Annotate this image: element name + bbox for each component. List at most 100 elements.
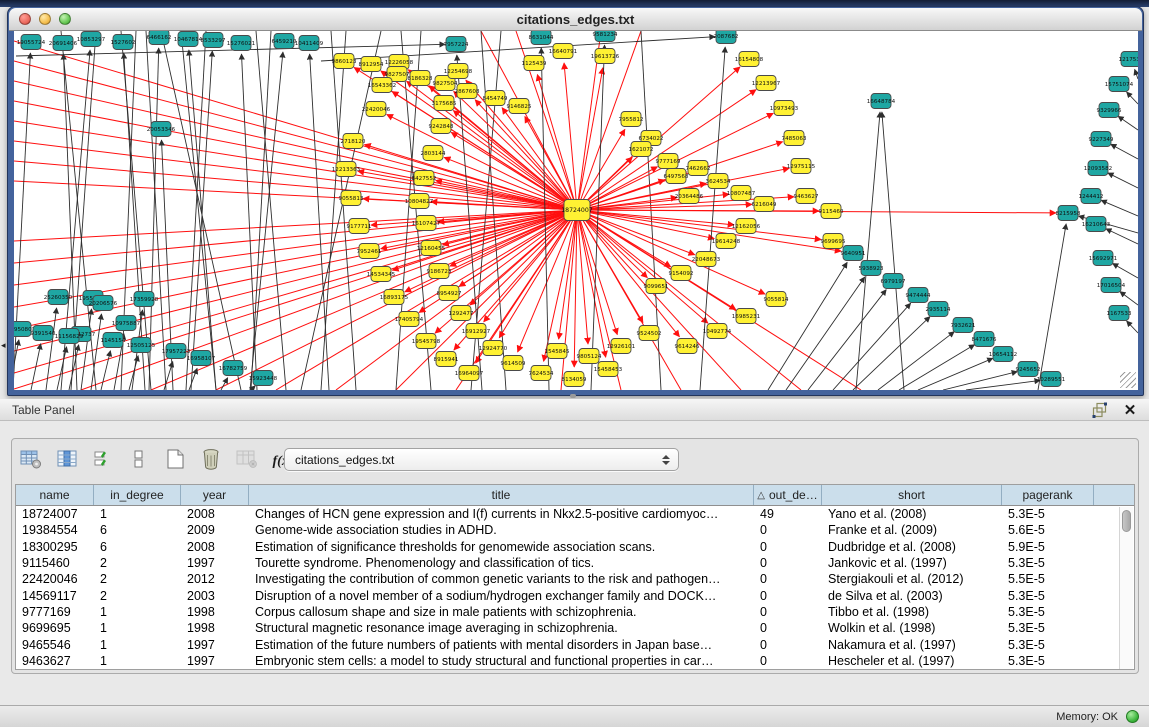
graph-node[interactable]: 9860123 — [332, 54, 357, 69]
graph-node[interactable]: 7485063 — [782, 131, 807, 146]
graph-node[interactable]: 15923448 — [249, 371, 278, 386]
graph-node[interactable]: 15692971 — [1089, 251, 1118, 266]
graph-node[interactable]: 1217534 — [1119, 52, 1138, 67]
graph-node[interactable]: 12213363 — [332, 162, 361, 177]
graph-node[interactable]: 17405794 — [395, 312, 424, 327]
graph-node[interactable]: 1621072 — [629, 142, 654, 157]
table-source-combobox[interactable]: citations_edges.txt — [284, 448, 679, 471]
graph-node[interactable]: 9245652 — [1016, 362, 1041, 377]
graph-node[interactable]: 15751074 — [1105, 77, 1134, 92]
column-header-pagerank[interactable]: pagerank — [1002, 485, 1094, 505]
column-select-button[interactable] — [52, 447, 82, 475]
graph-node[interactable]: 8454749 — [483, 91, 508, 106]
graph-node[interactable]: 10467814 — [174, 32, 203, 47]
graph-node[interactable]: 1527602 — [111, 35, 136, 50]
graph-node[interactable]: 1125439 — [522, 56, 547, 71]
column-header-out_de[interactable]: △out_de… — [754, 485, 822, 505]
graph-node[interactable]: 22048673 — [692, 252, 721, 267]
graph-node[interactable]: 6466162 — [147, 31, 172, 45]
graph-node[interactable]: 9614246 — [675, 339, 700, 354]
graph-node[interactable]: 1145154 — [101, 333, 126, 348]
graph-node[interactable]: 15276021 — [227, 36, 256, 51]
graph-node[interactable]: 16648784 — [867, 94, 896, 109]
graph-node[interactable]: 20053346 — [147, 122, 176, 137]
graph-node[interactable]: 9474444 — [906, 288, 931, 303]
graph-node[interactable]: 12975115 — [787, 159, 816, 174]
graph-node[interactable]: 9699695 — [821, 234, 846, 249]
graph-node[interactable]: 6979197 — [881, 274, 906, 289]
window-resize-grip[interactable] — [1120, 372, 1136, 388]
table-row[interactable]: 911546021997Tourette syndrome. Phenomeno… — [16, 555, 1134, 571]
table-row[interactable]: 1456911722003Disruption of a novel membe… — [16, 587, 1134, 603]
graph-node[interactable]: 8471676 — [972, 332, 997, 347]
graph-node[interactable]: 16964097 — [455, 366, 484, 381]
graph-node[interactable]: 3175685 — [432, 96, 457, 111]
graph-node[interactable]: 16154808 — [735, 52, 764, 67]
graph-node[interactable]: 9614509 — [501, 356, 526, 371]
graph-node[interactable]: 2867608 — [455, 84, 480, 99]
graph-node[interactable]: 9581234 — [593, 31, 618, 42]
graph-node[interactable]: 7624534 — [529, 366, 554, 381]
graph-node[interactable]: 1167533 — [1107, 306, 1132, 321]
graph-node[interactable]: 16893175 — [380, 290, 409, 305]
graph-node[interactable]: 16958107 — [187, 351, 216, 366]
graph-node[interactable]: 8186328 — [408, 71, 433, 86]
graph-node[interactable]: 10289551 — [1037, 372, 1066, 387]
graph-node[interactable]: 9099651 — [644, 279, 669, 294]
graph-node[interactable]: 19614248 — [712, 234, 741, 249]
graph-node[interactable]: 10973493 — [770, 101, 799, 116]
table-row[interactable]: 1872400712008Changes of HCN gene express… — [16, 506, 1134, 522]
graph-node[interactable]: 17359928 — [130, 292, 159, 307]
graph-node[interactable]: 2087682 — [714, 31, 739, 44]
graph-node[interactable]: 17016504 — [1097, 278, 1126, 293]
graph-node[interactable]: 7932621 — [951, 318, 976, 333]
graph-node[interactable]: 1292477 — [449, 306, 474, 321]
graph-node[interactable]: 16912927 — [462, 324, 491, 339]
network-window-titlebar[interactable]: citations_edges.txt — [9, 8, 1142, 31]
panel-collapse-arrow[interactable]: ◂ — [1, 341, 6, 350]
graph-node[interactable]: 20691406 — [49, 36, 78, 51]
graph-node[interactable]: 10654112 — [989, 347, 1017, 362]
graph-node[interactable]: 1244412 — [1079, 189, 1104, 204]
graph-node[interactable]: 10975887 — [112, 316, 141, 331]
graph-node[interactable]: 2718120 — [341, 134, 366, 149]
graph-node[interactable]: 7952461 — [357, 244, 382, 259]
graph-node[interactable]: 9640951 — [841, 246, 866, 261]
table-panel-header[interactable]: Table Panel ✕ — [0, 399, 1149, 421]
graph-node[interactable]: 12254698 — [444, 64, 473, 79]
graph-node[interactable]: 3624534 — [706, 174, 731, 189]
graph-node[interactable]: 10492774 — [703, 324, 732, 339]
graph-node[interactable]: 8915941 — [434, 352, 459, 367]
graph-node[interactable]: 9463627 — [794, 189, 819, 204]
network-canvas[interactable]: 9860123891295412226058982750781863281654… — [14, 31, 1138, 390]
graph-node[interactable]: 9227349 — [1089, 132, 1114, 147]
table-vertical-scrollbar[interactable] — [1119, 507, 1133, 669]
graph-node[interactable]: 10804827 — [405, 194, 434, 209]
graph-node[interactable]: 9524502 — [637, 326, 662, 341]
graph-node[interactable]: 12926101 — [607, 339, 636, 354]
graph-node[interactable]: 9146825 — [507, 99, 532, 114]
graph-node[interactable]: 10807487 — [727, 186, 756, 201]
graph-node[interactable]: 12505125 — [127, 338, 156, 353]
graph-node[interactable]: 12093582 — [1084, 161, 1112, 176]
graph-node[interactable]: 9242848 — [429, 119, 454, 134]
table-row[interactable]: 946362711997Embryonic stem cells: a mode… — [16, 653, 1134, 669]
network-view-window[interactable]: citations_edges.txt 98601238912954122260… — [7, 6, 1144, 396]
graph-node[interactable]: 9186723 — [427, 264, 452, 279]
graph-node[interactable]: 16782759 — [219, 361, 248, 376]
graph-node[interactable]: 8215958 — [1056, 206, 1081, 221]
graph-node[interactable]: 19613726 — [591, 49, 620, 64]
graph-node[interactable]: 6497568 — [664, 169, 689, 184]
scrollbar-thumb[interactable] — [1122, 510, 1131, 532]
table-row[interactable]: 946554611997Estimation of the future num… — [16, 636, 1134, 652]
graph-node[interactable]: 9154092 — [669, 266, 694, 281]
graph-node[interactable]: 9055814 — [764, 292, 789, 307]
graph-node[interactable]: 8631044 — [529, 31, 554, 45]
table-row[interactable]: 977716911998Corpus callosum shape and si… — [16, 604, 1134, 620]
table-row[interactable]: 969969511998Structural magnetic resonanc… — [16, 620, 1134, 636]
citation-network-graph[interactable]: 9860123891295412226058982750781863281654… — [14, 31, 1138, 390]
graph-node[interactable]: 9391540 — [31, 326, 56, 341]
new-table-button[interactable] — [160, 447, 190, 475]
graph-node[interactable]: 8427552 — [412, 171, 437, 186]
split-pane-handle[interactable] — [570, 394, 576, 398]
